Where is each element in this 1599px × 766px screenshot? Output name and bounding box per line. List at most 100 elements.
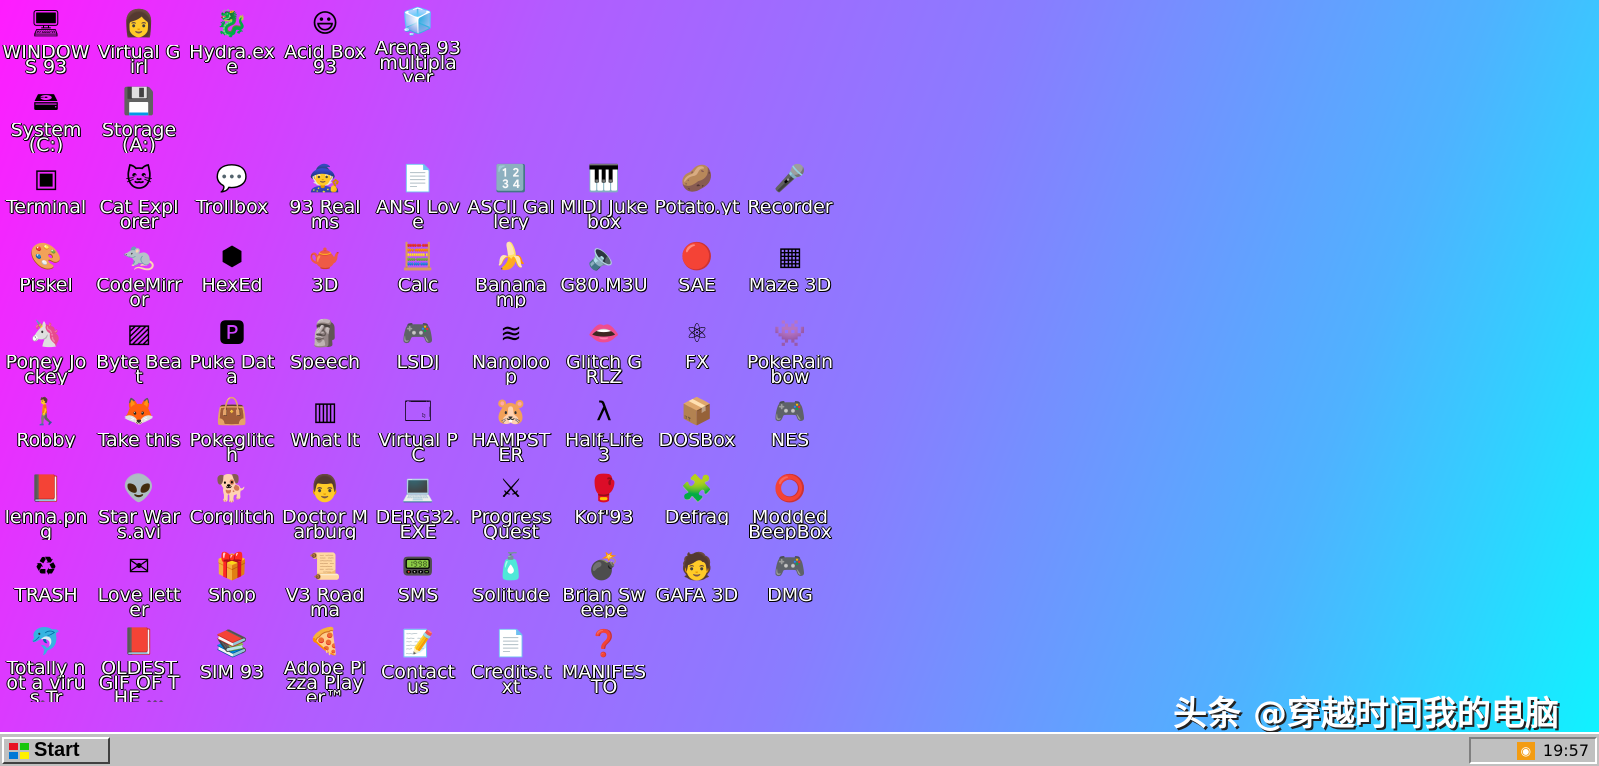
- desktop-icon-label: MANIFESTO: [561, 665, 647, 695]
- desktop-icon[interactable]: ▨ Byte Beat: [95, 314, 183, 392]
- desktop-icon[interactable]: 🎹 MIDI Jukebox: [560, 159, 648, 237]
- hex-cube-icon: ⬢: [220, 241, 244, 272]
- desktop-icon[interactable]: ⭕ Modded BeepBox: [746, 469, 834, 547]
- desktop-icon[interactable]: 🎮 DMG: [746, 547, 834, 625]
- gif-file-icon: 📕: [122, 627, 156, 658]
- desktop-icon[interactable]: 📟 SMS: [374, 547, 462, 625]
- desktop-icon[interactable]: 💻 DERG32.EXE: [374, 469, 462, 547]
- floppy-drive-icon: 💾: [122, 86, 156, 117]
- desktop-icon[interactable]: 🍌 Bananamp: [467, 237, 555, 315]
- desktop-icon[interactable]: 👾 PokeRainbow: [746, 314, 834, 392]
- desktop-icon[interactable]: ⚔ Progress Quest: [467, 469, 555, 547]
- desktop-icon[interactable]: 🎁 Shop: [188, 547, 276, 625]
- desktop-icon[interactable]: 📕 lenna.png: [2, 469, 90, 547]
- dmg-console-icon: 🎮: [773, 551, 807, 582]
- desktop-icon[interactable]: ▥ What It: [281, 392, 369, 470]
- desktop-icon[interactable]: ♻ TRASH: [2, 547, 90, 625]
- desktop-icon[interactable]: ⚛ FX: [653, 314, 741, 392]
- desktop-icon[interactable]: 👩 Virtual Girl: [95, 4, 183, 82]
- desktop-icon[interactable]: 🔴 SAE: [653, 237, 741, 315]
- desktop-icon-label: Shop: [208, 587, 256, 603]
- desktop-icon[interactable]: 🔈 G80.M3U: [560, 237, 648, 315]
- desktop-icon[interactable]: ✉ Love letter: [95, 547, 183, 625]
- desktop-icon[interactable]: 🧮 Calc: [374, 237, 462, 315]
- desktop-icon[interactable]: 🧊 Arena 93 multiplayer: [374, 4, 462, 82]
- desktop-icon-label: LSDJ: [396, 355, 440, 370]
- desktop-icon[interactable]: 🦊 Take this: [95, 392, 183, 470]
- rss-icon[interactable]: ◉: [1516, 741, 1535, 760]
- desktop-icon-label: What It: [290, 432, 360, 448]
- desktop-icon[interactable]: 🐱 Cat Explorer: [95, 159, 183, 237]
- desktop-icon[interactable]: 🎨 Piskel: [2, 237, 90, 315]
- desktop-icon[interactable]: 🗿 Speech: [281, 314, 369, 392]
- desktop-icon[interactable]: 📄 Credits.txt: [467, 624, 555, 702]
- desktop-icon[interactable]: 🥊 Kof'93: [560, 469, 648, 547]
- desktop-icon-label: Hydra.exe: [189, 45, 275, 75]
- wizard-icon: 🧙: [308, 164, 342, 194]
- desktop-icon[interactable]: 🦄 Poney Jockey: [2, 314, 90, 392]
- ring-icon: ⭕: [773, 474, 807, 504]
- desktop-icon[interactable]: 🐬 Totally not a virus.Tr: [2, 624, 90, 702]
- desktop-icon[interactable]: 🎮 LSDJ: [374, 314, 462, 392]
- desktop-icon[interactable]: 🖥 WINDOWS 93: [2, 4, 90, 82]
- desktop-icon-label: Piskel: [19, 277, 73, 293]
- desktop-icon[interactable]: 🐀 CodeMirror: [95, 237, 183, 315]
- maze-icon: ▦: [777, 241, 803, 272]
- desktop-icon[interactable]: 🧙 93 Realms: [281, 159, 369, 237]
- desktop-icon[interactable]: 👽 Star Wars.avi: [95, 469, 183, 547]
- desktop-icon[interactable]: 👜 Pokeglitch: [188, 392, 276, 470]
- desktop-icon[interactable]: 📄 ANSI Love: [374, 159, 462, 237]
- desktop[interactable]: 🖥 WINDOWS 93 👩 Virtual Girl 🐉 Hydra.exe 😃 Acid …: [0, 0, 1599, 732]
- desktop-icon[interactable]: 😃 Acid Box 93: [281, 4, 369, 82]
- desktop-icon-label: Potato.yt: [654, 200, 740, 215]
- desktop-icon[interactable]: 💣 Brian Sweepe: [560, 547, 648, 625]
- desktop-icon[interactable]: 👄 Glitch GRLZ: [560, 314, 648, 392]
- desktop-icon[interactable]: 📕 OLDEST GIF OF THE ...: [95, 624, 183, 702]
- desktop-icon[interactable]: 💬 Trollbox: [188, 159, 276, 237]
- desktop-icon-label: Kof'93: [574, 510, 634, 525]
- desktop-icon[interactable]: 🎮 NES: [746, 392, 834, 470]
- desktop-icon[interactable]: 🗔 Virtual PC: [374, 392, 462, 470]
- desktop-icon[interactable]: ▦ Maze 3D: [746, 237, 834, 315]
- desktop-icon[interactable]: 🖴 System (C:): [2, 82, 90, 160]
- start-button[interactable]: Start: [2, 737, 110, 764]
- desktop-icon[interactable]: 🧩 Defrag: [653, 469, 741, 547]
- bytebeat-icon: ▨: [126, 319, 152, 349]
- chat-icon: 💬: [215, 164, 249, 194]
- desktop-icon[interactable]: 🐕 Corglitch: [188, 469, 276, 547]
- desktop-icon-label: Byte Beat: [96, 355, 182, 385]
- harddrive-icon: 🖴: [32, 86, 60, 117]
- desktop-icon[interactable]: λ Half-Life 3: [560, 392, 648, 470]
- desktop-icon[interactable]: 🚶 Robby: [2, 392, 90, 470]
- desktop-icon[interactable]: 🅿 Puke Data: [188, 314, 276, 392]
- desktop-icon-grid: 🖥 WINDOWS 93 👩 Virtual Girl 🐉 Hydra.exe 😃 Acid …: [0, 0, 860, 732]
- mine-icon: 💣: [587, 551, 621, 582]
- desktop-icon[interactable]: 🍕 Adobe Pizza Player™: [281, 624, 369, 702]
- swords-icon: ⚔: [499, 474, 523, 504]
- desktop-icon[interactable]: 🔢 ASCII Gallery: [467, 159, 555, 237]
- desktop-icon[interactable]: 💾 Storage (A:): [95, 82, 183, 160]
- desktop-icon[interactable]: ≋ Nanoloop: [467, 314, 555, 392]
- waveform-icon: ≋: [500, 319, 522, 349]
- desktop-icon[interactable]: 🧴 Solitude: [467, 547, 555, 625]
- pony-icon: 🦄: [29, 319, 63, 349]
- desktop-icon[interactable]: 📝 Contact us: [374, 624, 462, 702]
- desktop-icon[interactable]: ▣ Terminal: [2, 159, 90, 237]
- desktop-icon-label: Star Wars.avi: [97, 510, 181, 540]
- desktop-icon-label: Take this: [97, 432, 181, 448]
- desktop-icon[interactable]: 🥔 Potato.yt: [653, 159, 741, 237]
- desktop-icon[interactable]: 📜 V3 Roadma: [281, 547, 369, 625]
- desktop-icon[interactable]: ⬢ HexEd: [188, 237, 276, 315]
- desktop-icon[interactable]: 📦 DOSBox: [653, 392, 741, 470]
- desktop-icon[interactable]: 🐉 Hydra.exe: [188, 4, 276, 82]
- desktop-icon[interactable]: 📚 SIM 93: [188, 624, 276, 702]
- desktop-icon-label: SMS: [397, 587, 439, 603]
- desktop-icon[interactable]: 🫖 3D: [281, 237, 369, 315]
- desktop-icon[interactable]: ❓ MANIFESTO: [560, 624, 648, 702]
- desktop-icon[interactable]: 🐹 HAMPSTER: [467, 392, 555, 470]
- desktop-icon[interactable]: 👨 Doctor Marburg: [281, 469, 369, 547]
- desktop-icon-label: PokeRainbow: [746, 355, 834, 385]
- desktop-icon[interactable]: 🎤 Recorder: [746, 159, 834, 237]
- bars-icon: ▥: [312, 396, 338, 427]
- desktop-icon[interactable]: 🧑 GAFA 3D: [653, 547, 741, 625]
